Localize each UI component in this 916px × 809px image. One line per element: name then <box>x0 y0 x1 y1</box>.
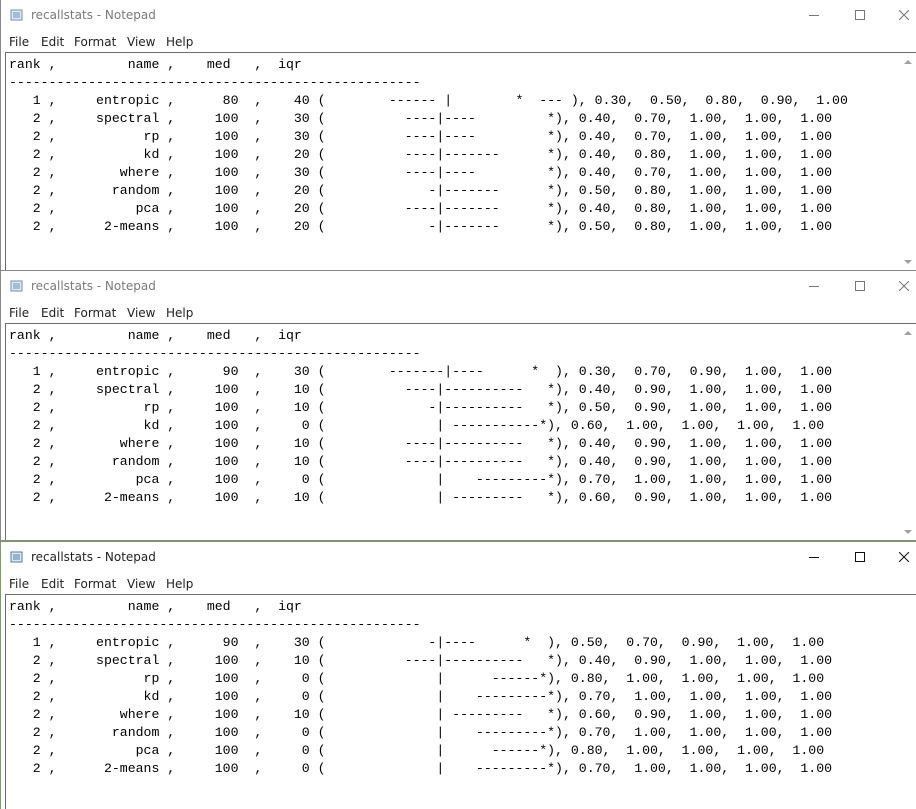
text-line: 2 , pca , 100 , 0 ( | ------*), 0.80, 1.… <box>9 743 825 758</box>
text-line: 2 , 2-means , 100 , 10 ( | --------- *),… <box>9 490 833 505</box>
text-line: 2 , 2-means , 100 , 20 ( -|------- *), 0… <box>9 219 833 234</box>
text-line: 2 , pca , 100 , 0 ( | ---------*), 0.70,… <box>9 472 833 487</box>
close-button[interactable] <box>881 271 916 301</box>
close-button[interactable] <box>881 0 916 30</box>
scroll-down-icon[interactable] <box>904 530 912 534</box>
menu-help[interactable]: Help <box>166 577 193 591</box>
text-line: 2 , spectral , 100 , 10 ( ----|---------… <box>9 653 833 668</box>
text-line: 2 , kd , 100 , 0 ( | -----------*), 0.60… <box>9 418 825 433</box>
text-line: ----------------------------------------… <box>9 75 421 90</box>
notepad-window-2[interactable]: recallstats - Notepad File Edit Format V… <box>0 271 916 541</box>
window-title: recallstats - Notepad <box>31 8 156 22</box>
menu-bar: File Edit Format View Help <box>1 303 916 323</box>
text-line: 2 , where , 100 , 10 ( | --------- *), 0… <box>9 707 833 722</box>
menu-format[interactable]: Format <box>74 306 116 320</box>
maximize-icon <box>855 281 865 291</box>
text-line: 1 , entropic , 90 , 30 ( -------|---- * … <box>9 364 833 379</box>
text-line: rank , name , med , iqr <box>9 599 302 614</box>
menu-view[interactable]: View <box>127 577 155 591</box>
minimize-icon <box>809 15 819 16</box>
text-line: 1 , entropic , 80 , 40 ( ------ | * --- … <box>9 93 848 108</box>
window-title: recallstats - Notepad <box>31 279 156 293</box>
text-line: 1 , entropic , 90 , 30 ( -|---- * ), 0.5… <box>9 635 825 650</box>
menu-view[interactable]: View <box>127 35 155 49</box>
title-bar[interactable]: recallstats - Notepad <box>1 0 916 30</box>
title-bar[interactable]: recallstats - Notepad <box>1 271 916 301</box>
close-button[interactable] <box>881 542 916 572</box>
scroll-up-icon[interactable] <box>904 331 912 335</box>
text-editor[interactable]: rank , name , med , iqr -----------------… <box>5 52 916 270</box>
maximize-icon <box>855 552 865 562</box>
text-line: 2 , spectral , 100 , 10 ( ----|---------… <box>9 382 833 397</box>
menu-file[interactable]: File <box>9 577 29 591</box>
menu-edit[interactable]: Edit <box>41 35 64 49</box>
text-line: rank , name , med , iqr <box>9 57 302 72</box>
close-icon <box>899 281 909 291</box>
text-line: 2 , random , 100 , 0 ( | ---------*), 0.… <box>9 725 833 740</box>
text-line: 2 , kd , 100 , 20 ( ----|------- *), 0.4… <box>9 147 833 162</box>
maximize-button[interactable] <box>837 0 883 30</box>
scroll-up-icon[interactable] <box>904 60 912 64</box>
text-line: ----------------------------------------… <box>9 617 421 632</box>
window-title: recallstats - Notepad <box>31 550 156 564</box>
menu-file[interactable]: File <box>9 306 29 320</box>
title-bar[interactable]: recallstats - Notepad <box>1 542 916 572</box>
maximize-button[interactable] <box>837 271 883 301</box>
scroll-down-icon[interactable] <box>904 260 912 264</box>
text-line: 2 , 2-means , 100 , 0 ( | ---------*), 0… <box>9 761 833 776</box>
minimize-button[interactable] <box>791 542 837 572</box>
text-line: rank , name , med , iqr <box>9 328 302 343</box>
text-line: 2 , kd , 100 , 0 ( | ---------*), 0.70, … <box>9 689 833 704</box>
text-line: ----------------------------------------… <box>9 346 421 361</box>
text-content: rank , name , med , iqr -----------------… <box>9 327 832 507</box>
vertical-scrollbar[interactable] <box>899 53 916 270</box>
minimize-button[interactable] <box>791 0 837 30</box>
minimize-icon <box>809 557 819 558</box>
text-content: rank , name , med , iqr -----------------… <box>9 598 832 778</box>
text-line: 2 , rp , 100 , 0 ( | ------*), 0.80, 1.0… <box>9 671 825 686</box>
text-line: 2 , rp , 100 , 30 ( ----|---- *), 0.40, … <box>9 129 833 144</box>
text-editor[interactable]: rank , name , med , iqr -----------------… <box>5 594 916 809</box>
minimize-button[interactable] <box>791 271 837 301</box>
menu-help[interactable]: Help <box>166 306 193 320</box>
text-line: 2 , where , 100 , 30 ( ----|---- *), 0.4… <box>9 165 833 180</box>
text-editor[interactable]: rank , name , med , iqr -----------------… <box>5 323 916 540</box>
menu-format[interactable]: Format <box>74 35 116 49</box>
menu-bar: File Edit Format View Help <box>1 574 916 594</box>
text-line: 2 , random , 100 , 20 ( -|------- *), 0.… <box>9 183 833 198</box>
notepad-icon <box>10 551 23 563</box>
close-icon <box>899 10 909 20</box>
menu-file[interactable]: File <box>9 35 29 49</box>
menu-format[interactable]: Format <box>74 577 116 591</box>
menu-view[interactable]: View <box>127 306 155 320</box>
menu-edit[interactable]: Edit <box>41 306 64 320</box>
maximize-button[interactable] <box>837 542 883 572</box>
text-line: 2 , random , 100 , 10 ( ----|---------- … <box>9 454 833 469</box>
text-content: rank , name , med , iqr -----------------… <box>9 56 848 236</box>
close-icon <box>899 552 909 562</box>
text-line: 2 , pca , 100 , 20 ( ----|------- *), 0.… <box>9 201 833 216</box>
notepad-window-1[interactable]: recallstats - Notepad File Edit Format V… <box>0 0 916 271</box>
text-line: 2 , spectral , 100 , 30 ( ----|---- *), … <box>9 111 833 126</box>
minimize-icon <box>809 286 819 287</box>
text-line: 2 , where , 100 , 10 ( ----|---------- *… <box>9 436 833 451</box>
menu-help[interactable]: Help <box>166 35 193 49</box>
notepad-icon <box>10 9 23 21</box>
vertical-scrollbar[interactable] <box>899 324 916 540</box>
text-line: 2 , rp , 100 , 10 ( -|---------- *), 0.5… <box>9 400 833 415</box>
maximize-icon <box>855 10 865 20</box>
notepad-window-3[interactable]: recallstats - Notepad File Edit Format V… <box>0 541 916 809</box>
notepad-icon <box>10 280 23 292</box>
menu-edit[interactable]: Edit <box>41 577 64 591</box>
menu-bar: File Edit Format View Help <box>1 32 916 52</box>
